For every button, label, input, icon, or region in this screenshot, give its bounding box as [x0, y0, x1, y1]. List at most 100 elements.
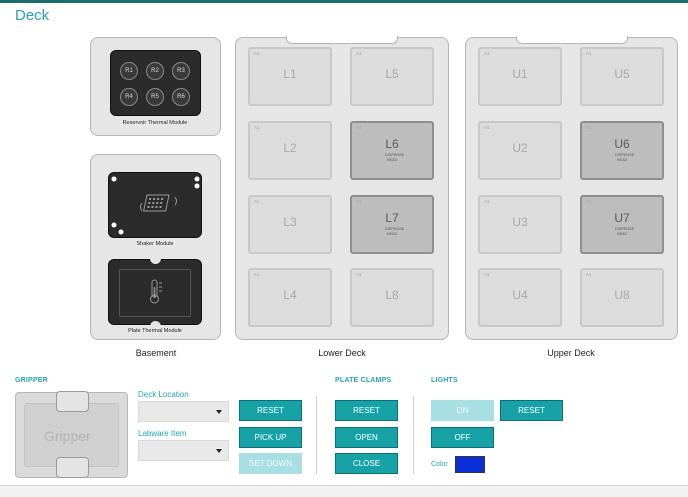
reservoir-well[interactable]: R3	[172, 62, 190, 80]
gripper-top-finger	[56, 391, 89, 412]
slot-corner-label: A1	[586, 272, 592, 277]
slot-name: U5	[614, 67, 630, 81]
lights-off-button[interactable]: OFF	[431, 427, 494, 448]
slot-u2[interactable]: A1 U2	[478, 121, 562, 180]
deck-location-label: Deck Location	[138, 390, 189, 399]
gripper-section-title: GRIPPER	[15, 377, 48, 384]
bottom-strip	[0, 486, 688, 497]
slot-name: L1	[283, 67, 297, 81]
basement-label: Basement	[135, 348, 177, 358]
slot-l5[interactable]: A1 L5	[350, 47, 434, 106]
slot-corner-label: A1	[254, 272, 260, 277]
slot-u5[interactable]: A1 U5	[580, 47, 664, 106]
deck-location-select[interactable]	[138, 401, 229, 422]
slot-corner-label: A1	[254, 199, 260, 204]
slot-name: U1	[512, 67, 528, 81]
set-down-button[interactable]: SET DOWN	[239, 453, 302, 474]
chevron-down-icon	[216, 410, 222, 414]
pick-up-button[interactable]: PICK UP	[239, 427, 302, 448]
plate-clamps-section-title: PLATE CLAMPS	[335, 377, 392, 384]
lights-on-button[interactable]: ON	[431, 400, 494, 421]
slot-corner-label: A1	[254, 125, 260, 130]
shaker-module-label: Shaker Module	[136, 241, 174, 247]
slot-sublabel: DISPENSE HEAD	[615, 153, 635, 162]
slot-corner-label: A1	[586, 199, 592, 204]
slot-name: L3	[283, 215, 297, 229]
slot-l3[interactable]: A1 L3	[248, 195, 332, 254]
labware-item-select[interactable]	[138, 440, 229, 461]
slot-corner-label: A1	[586, 125, 592, 130]
slot-corner-label: A1	[356, 272, 362, 277]
slot-corner-label: A1	[586, 51, 592, 56]
slot-corner-label: A1	[356, 51, 362, 56]
page-title: Deck	[15, 7, 50, 24]
chevron-down-icon	[216, 449, 222, 453]
slot-corner-label: A1	[356, 199, 362, 204]
reservoir-well[interactable]: R1	[120, 62, 138, 80]
slot-name: U8	[614, 288, 630, 302]
slot-name: U7	[614, 211, 630, 225]
open-clamps-button[interactable]: OPEN	[335, 427, 398, 448]
slot-name: L2	[283, 141, 297, 155]
gripper-graphic-label: Gripper	[44, 428, 91, 444]
slot-name: L7	[385, 211, 399, 225]
slot-l6[interactable]: A1 L6 DISPENSE HEAD	[350, 121, 434, 180]
slot-u8[interactable]: A1 U8	[580, 268, 664, 327]
lower-deck-top-notch	[286, 36, 398, 44]
lights-section-title: LIGHTS	[431, 377, 458, 384]
separator	[413, 396, 414, 474]
plate-notch-top	[150, 258, 161, 264]
color-swatch[interactable]	[455, 456, 485, 473]
close-clamps-button[interactable]: CLOSE	[335, 453, 398, 474]
slot-corner-label: A1	[484, 125, 490, 130]
slot-sublabel: DISPENSE HEAD	[615, 227, 635, 236]
reservoir-thermal-module[interactable]: R1 R2 R3 R4 R5 R6	[110, 50, 201, 116]
slot-corner-label: A1	[356, 125, 362, 130]
gripper-bottom-finger	[56, 457, 89, 478]
slot-l7[interactable]: A1 L7 DISPENSE HEAD	[350, 195, 434, 254]
shaker-module[interactable]	[108, 172, 202, 238]
upper-deck-top-notch	[516, 36, 628, 44]
slot-u3[interactable]: A1 U3	[478, 195, 562, 254]
slot-l1[interactable]: A1 L1	[248, 47, 332, 106]
plate-clamps-reset-button[interactable]: RESET	[335, 400, 398, 421]
shaker-icon	[111, 176, 200, 235]
slot-l4[interactable]: A1 L4	[248, 268, 332, 327]
separator	[316, 396, 317, 474]
slot-u1[interactable]: A1 U1	[478, 47, 562, 106]
top-accent-bar	[0, 0, 688, 3]
plate-thermal-module-label: Plate Thermal Module	[128, 328, 182, 334]
slot-sublabel: DISPENSE HEAD	[385, 227, 405, 236]
slot-u4[interactable]: A1 U4	[478, 268, 562, 327]
slot-l8[interactable]: A1 L8	[350, 268, 434, 327]
slot-name: L4	[283, 288, 297, 302]
thermometer-icon	[150, 279, 162, 304]
reservoir-module-label: Reservoir Thermal Module	[122, 120, 188, 126]
slot-corner-label: A1	[484, 272, 490, 277]
slot-name: L6	[385, 137, 399, 151]
gripper-reset-button[interactable]: RESET	[239, 400, 302, 421]
plate-notch-bottom	[150, 321, 161, 327]
upper-deck-label: Upper Deck	[547, 348, 595, 358]
slot-l2[interactable]: A1 L2	[248, 121, 332, 180]
slot-name: L8	[385, 288, 399, 302]
plate-thermal-module[interactable]	[108, 258, 202, 327]
reservoir-well[interactable]: R5	[146, 88, 164, 106]
slot-name: U6	[614, 137, 630, 151]
labware-item-label: Labware Item	[138, 429, 187, 438]
slot-name: U3	[512, 215, 528, 229]
slot-name: U4	[512, 288, 528, 302]
reservoir-well[interactable]: R4	[120, 88, 138, 106]
lower-deck-label: Lower Deck	[318, 348, 366, 358]
lights-reset-button[interactable]: RESET	[500, 400, 563, 421]
gripper-graphic: Gripper	[15, 391, 128, 478]
color-label: Color	[431, 461, 448, 468]
reservoir-well[interactable]: R6	[172, 88, 190, 106]
slot-corner-label: A1	[254, 51, 260, 56]
slot-sublabel: DISPENSE HEAD	[385, 153, 405, 162]
slot-corner-label: A1	[484, 199, 490, 204]
slot-u7[interactable]: A1 U7 DISPENSE HEAD	[580, 195, 664, 254]
slot-u6[interactable]: A1 U6 DISPENSE HEAD	[580, 121, 664, 180]
reservoir-well[interactable]: R2	[146, 62, 164, 80]
slot-corner-label: A1	[484, 51, 490, 56]
